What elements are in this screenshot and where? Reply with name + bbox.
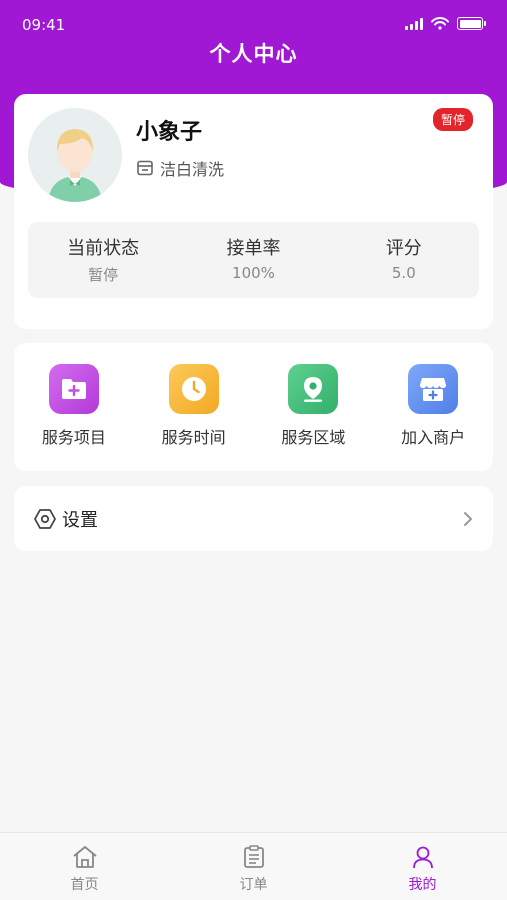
tab-home[interactable]: 首页 [0, 833, 169, 900]
settings-icon [34, 508, 56, 529]
status-time: 09:41 [22, 16, 66, 34]
wifi-icon [431, 17, 449, 30]
menu-item-join-merchant[interactable]: 加入商户 [373, 343, 493, 471]
location-pin-icon [288, 364, 339, 414]
stat-label: 评分 [385, 238, 422, 259]
menu-label: 加入商户 [401, 428, 466, 447]
home-icon [72, 846, 97, 868]
avatar[interactable] [28, 108, 122, 202]
clock-icon [168, 364, 219, 414]
menu-item-service-time[interactable]: 服务时间 [134, 343, 254, 471]
stat-value: 暂停 [88, 266, 119, 284]
shop-row: 洁白清洗 [136, 156, 224, 180]
menu-item-service-area[interactable]: 服务区域 [254, 343, 374, 471]
stats-box: 当前状态 暂停 接单率 100% 评分 5.0 [28, 222, 479, 298]
stat-acceptance-rate: 接单率 100% [178, 222, 328, 298]
chevron-right-icon [464, 511, 472, 526]
settings-row[interactable]: 设置 [14, 486, 493, 551]
store-plus-icon [408, 364, 459, 414]
signal-icon [405, 17, 423, 30]
page-title: 个人中心 [209, 42, 298, 66]
stat-label: 当前状态 [67, 238, 140, 259]
stat-label: 接单率 [226, 238, 281, 259]
shop-name: 洁白清洗 [160, 160, 225, 179]
tab-bar: 首页 订单 我的 [0, 832, 507, 900]
tab-mine[interactable]: 我的 [338, 833, 507, 900]
tab-label: 首页 [70, 877, 99, 893]
profile-card: 小象子 洁白清洗 暂停 当前状态 暂停 接单率 100% 评分 5.0 [14, 94, 493, 329]
user-name: 小象子 [136, 120, 203, 145]
menu-item-service-items[interactable]: 服务项目 [14, 343, 134, 471]
avatar-illustration [28, 108, 122, 202]
stat-current-status: 当前状态 暂停 [28, 222, 178, 298]
stat-value: 100% [232, 264, 275, 282]
tab-label: 我的 [408, 877, 437, 893]
stat-value: 5.0 [391, 264, 416, 282]
status-icons [405, 17, 486, 30]
menu-label: 服务区域 [281, 428, 346, 447]
status-badge: 暂停 [432, 108, 473, 131]
tab-orders[interactable]: 订单 [169, 833, 338, 900]
menu-label: 服务时间 [161, 428, 226, 447]
menu-label: 服务项目 [41, 428, 106, 447]
settings-label: 设置 [62, 509, 98, 531]
user-icon [412, 846, 433, 869]
store-icon [137, 160, 153, 176]
stat-rating: 评分 5.0 [329, 222, 479, 298]
menu-card: 服务项目 服务时间 服务区域 加入商户 [14, 343, 493, 471]
folder-plus-icon [48, 364, 99, 414]
battery-icon [457, 17, 486, 30]
orders-icon [243, 845, 264, 868]
tab-label: 订单 [239, 877, 268, 893]
